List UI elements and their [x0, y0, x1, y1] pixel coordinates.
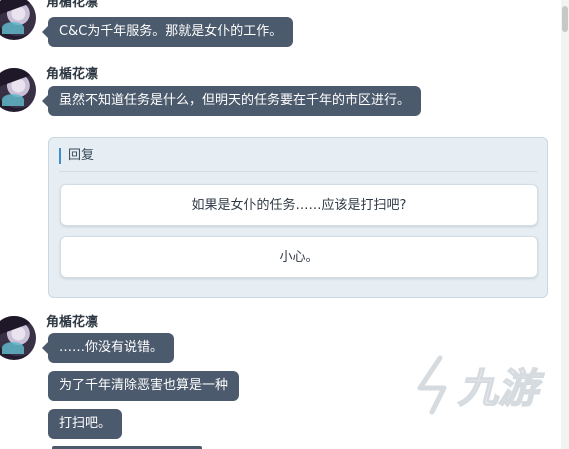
message-bubble: 打扫吧。	[48, 409, 123, 439]
watermark-text: 九游	[458, 366, 545, 412]
speaker-name: 角楯花凛	[46, 0, 99, 10]
reply-title: 回复	[59, 148, 94, 164]
speaker-name: 角楯花凛	[46, 315, 99, 330]
scroll-thumb[interactable]	[562, 6, 568, 32]
message-bubble: 为了千年清除恶害也算是一种	[48, 371, 240, 401]
avatar	[0, 68, 36, 112]
reply-panel: 回复 如果是女仆的任务……应该是打扫吧? 小心。	[48, 137, 548, 298]
scrollbar[interactable]	[561, 0, 569, 449]
speaker-name: 角楯花凛	[46, 67, 99, 82]
watermark: 九游	[410, 350, 560, 420]
reply-option-2[interactable]: 小心。	[60, 236, 538, 278]
divider	[59, 171, 537, 172]
9game-logo-icon: 九游	[415, 353, 546, 417]
avatar	[0, 0, 36, 40]
avatar	[0, 316, 36, 360]
message-bubble: 虽然不知道任务是什么，但明天的任务要在千年的市区进行。	[41, 86, 422, 116]
message-bubble: ……你没有说错。	[41, 333, 175, 363]
reply-option-1[interactable]: 如果是女仆的任务……应该是打扫吧?	[60, 184, 538, 226]
message-bubble: C&C为千年服务。那就是女仆的工作。	[41, 17, 294, 47]
